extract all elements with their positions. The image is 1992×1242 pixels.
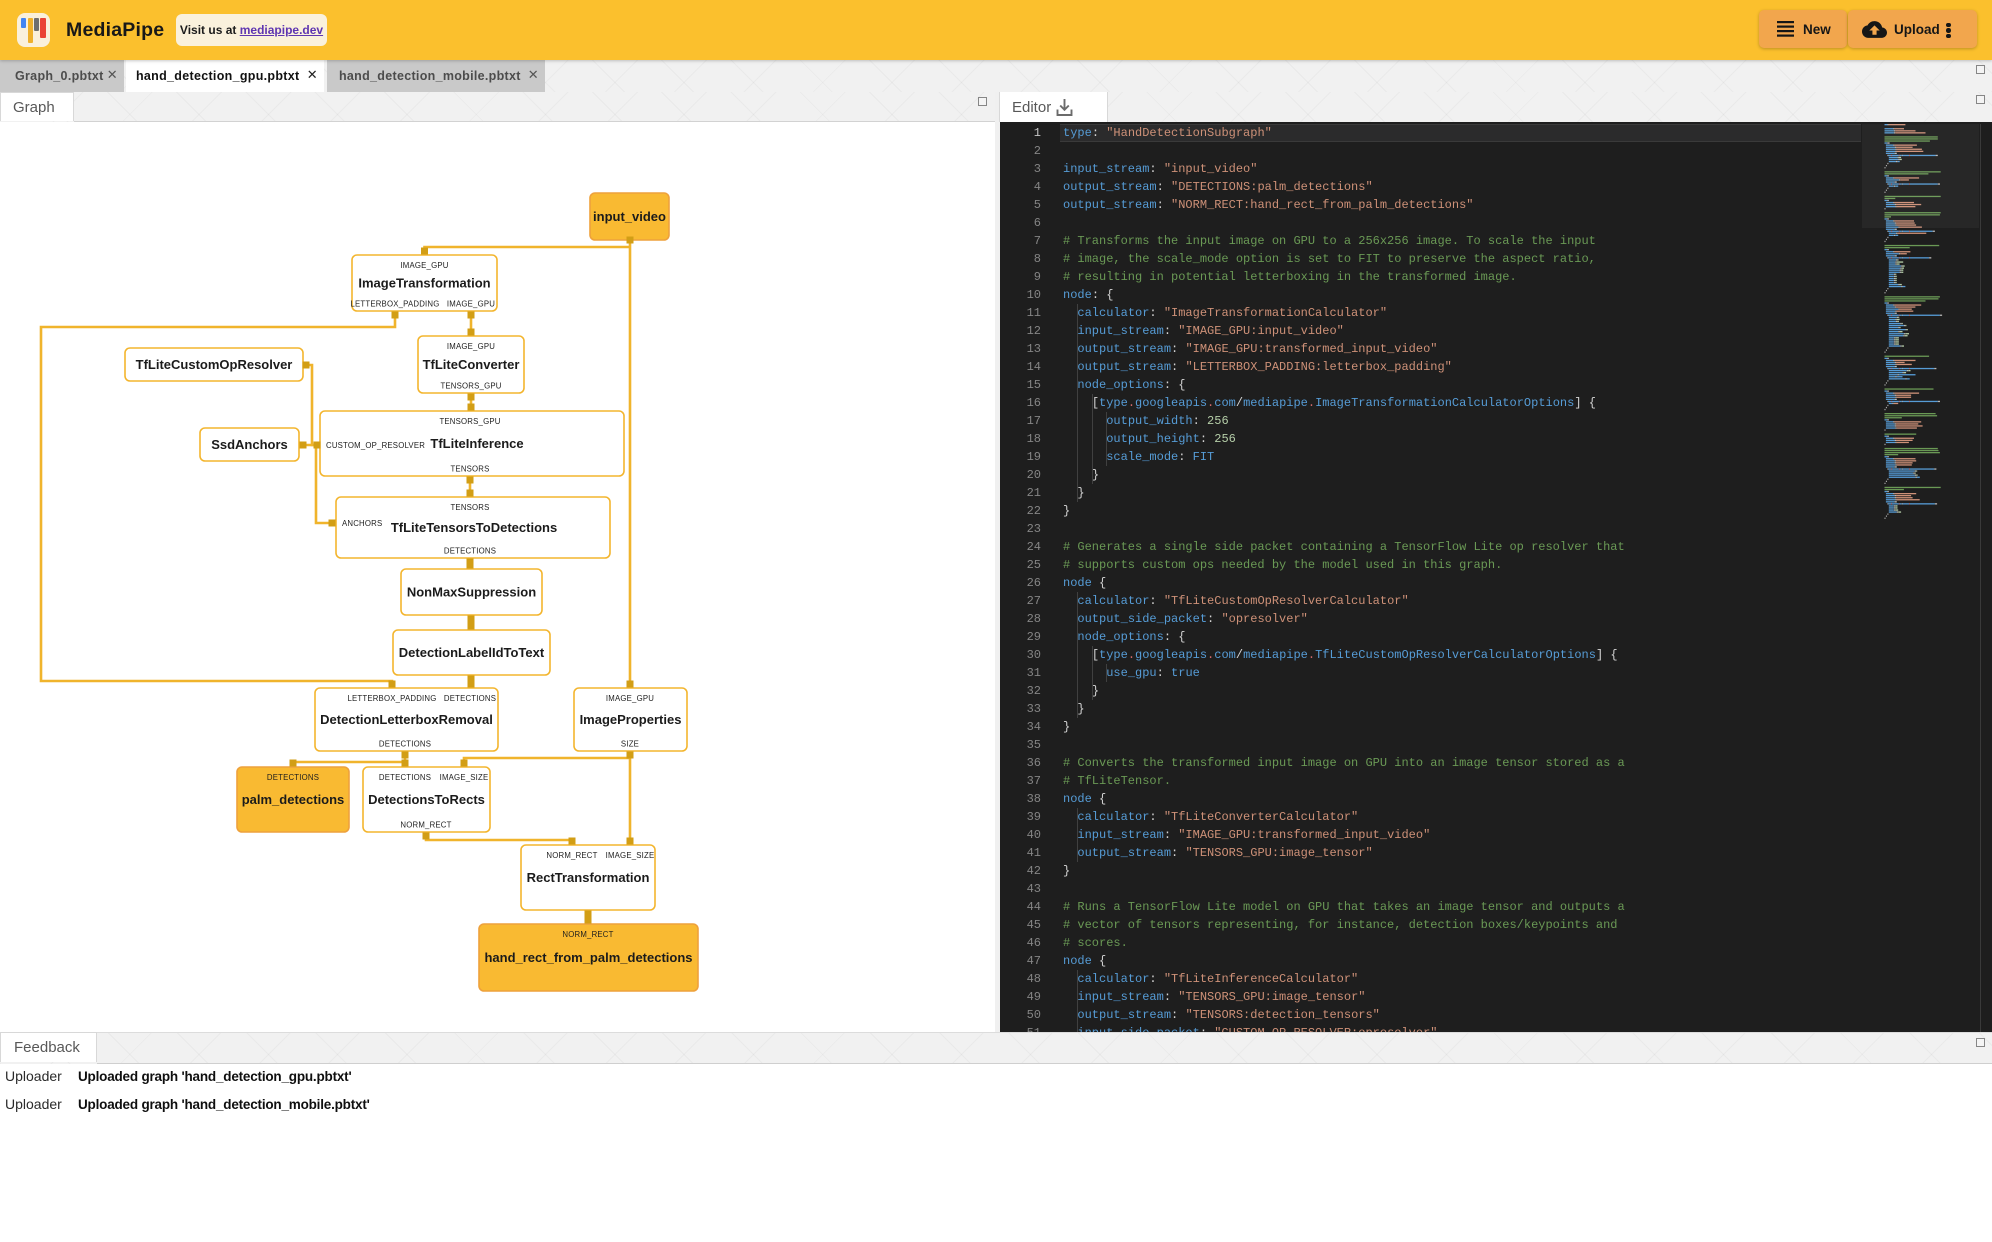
svg-text:DetectionLetterboxRemoval: DetectionLetterboxRemoval xyxy=(320,712,493,727)
svg-text:palm_detections: palm_detections xyxy=(242,792,345,807)
svg-text:input_video: input_video xyxy=(593,209,666,224)
svg-text:IMAGE_GPU: IMAGE_GPU xyxy=(447,300,495,309)
svg-text:LETTERBOX_PADDING: LETTERBOX_PADDING xyxy=(350,300,439,309)
svg-text:CUSTOM_OP_RESOLVER: CUSTOM_OP_RESOLVER xyxy=(326,441,425,450)
svg-text:hand_rect_from_palm_detections: hand_rect_from_palm_detections xyxy=(484,950,692,965)
svg-text:DETECTIONS: DETECTIONS xyxy=(444,694,496,703)
svg-text:TENSORS: TENSORS xyxy=(450,465,489,474)
svg-text:TENSORS_GPU: TENSORS_GPU xyxy=(439,417,500,426)
svg-text:DETECTIONS: DETECTIONS xyxy=(379,773,431,782)
svg-text:IMAGE_GPU: IMAGE_GPU xyxy=(447,342,495,351)
svg-text:DetectionLabelIdToText: DetectionLabelIdToText xyxy=(399,645,545,660)
svg-text:DETECTIONS: DETECTIONS xyxy=(444,547,496,556)
svg-text:NonMaxSuppression: NonMaxSuppression xyxy=(407,585,536,600)
svg-text:IMAGE_SIZE: IMAGE_SIZE xyxy=(606,851,655,860)
svg-text:ImageProperties: ImageProperties xyxy=(580,712,682,727)
svg-text:RectTransformation: RectTransformation xyxy=(527,870,650,885)
svg-text:NORM_RECT: NORM_RECT xyxy=(400,821,451,830)
svg-text:IMAGE_GPU: IMAGE_GPU xyxy=(400,261,448,270)
svg-text:NORM_RECT: NORM_RECT xyxy=(546,851,597,860)
svg-text:DETECTIONS: DETECTIONS xyxy=(267,773,319,782)
svg-text:TfLiteCustomOpResolver: TfLiteCustomOpResolver xyxy=(136,357,293,372)
svg-text:TENSORS: TENSORS xyxy=(450,503,489,512)
svg-text:IMAGE_SIZE: IMAGE_SIZE xyxy=(440,773,489,782)
svg-text:NORM_RECT: NORM_RECT xyxy=(562,930,613,939)
svg-text:DETECTIONS: DETECTIONS xyxy=(379,740,431,749)
svg-text:DetectionsToRects: DetectionsToRects xyxy=(368,792,485,807)
svg-text:ImageTransformation: ImageTransformation xyxy=(358,276,490,291)
svg-text:SIZE: SIZE xyxy=(621,740,639,749)
svg-text:IMAGE_GPU: IMAGE_GPU xyxy=(606,694,654,703)
svg-text:TfLiteInference: TfLiteInference xyxy=(430,436,523,451)
svg-text:ANCHORS: ANCHORS xyxy=(342,519,382,528)
svg-text:LETTERBOX_PADDING: LETTERBOX_PADDING xyxy=(347,694,436,703)
svg-text:TfLiteTensorsToDetections: TfLiteTensorsToDetections xyxy=(391,520,557,535)
svg-text:SsdAnchors: SsdAnchors xyxy=(211,437,288,452)
svg-text:TENSORS_GPU: TENSORS_GPU xyxy=(440,382,501,391)
svg-text:TfLiteConverter: TfLiteConverter xyxy=(423,357,520,372)
